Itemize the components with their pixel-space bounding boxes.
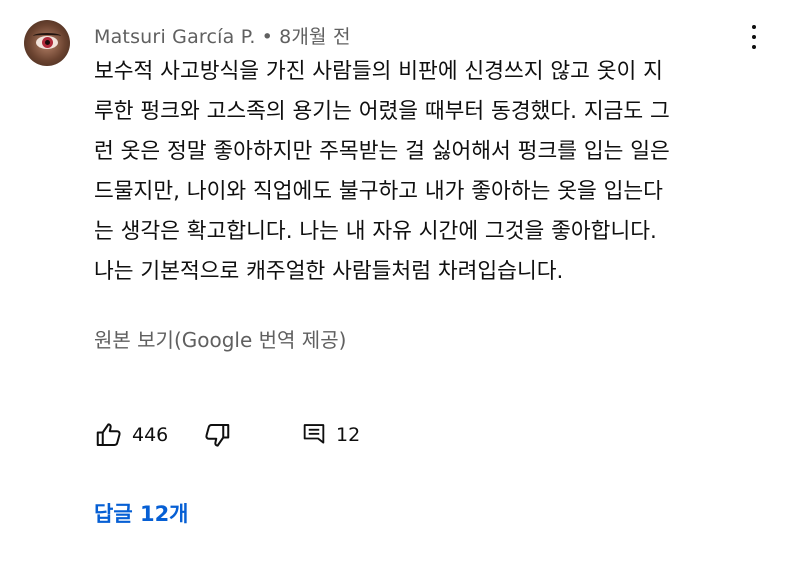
- like-count: 446: [132, 424, 169, 446]
- comment-line: 런 옷은 정말 좋아하지만 주목받는 걸 싫어해서 펑크를 입는 일은: [94, 139, 670, 164]
- replies-toggle[interactable]: 답글 12개: [94, 498, 189, 528]
- comment-actions: 446 12: [94, 418, 394, 452]
- avatar[interactable]: [24, 20, 70, 66]
- dislike-button[interactable]: [202, 418, 232, 452]
- meta-separator: •: [261, 26, 274, 48]
- thumbs-down-icon: [202, 420, 232, 450]
- comment-reply-icon: [300, 421, 328, 449]
- comment-line: 루한 펑크와 고스족의 용기는 어렸을 때부터 동경했다. 지금도 그: [94, 99, 670, 124]
- comment-header: Matsuri García P. • 8개월 전: [94, 22, 351, 49]
- comment-line: 보수적 사고방식을 가진 사람들의 비판에 신경쓰지 않고 옷이 지: [94, 59, 663, 84]
- comment-line: 나는 기본적으로 캐주얼한 사람들처럼 차려입습니다.: [94, 259, 564, 284]
- more-vert-icon[interactable]: [744, 22, 764, 52]
- reply-count: 12: [336, 424, 361, 446]
- thumbs-up-icon: [94, 420, 124, 450]
- author-name[interactable]: Matsuri García P.: [94, 26, 256, 48]
- comment-line: 드물지만, 나이와 직업에도 불구하고 내가 좋아하는 옷을 입는다: [94, 179, 663, 204]
- comment-text: 보수적 사고방식을 가진 사람들의 비판에 신경쓰지 않고 옷이 지 루한 펑크…: [94, 52, 774, 292]
- comment-line: 는 생각은 확고합니다. 나는 내 자유 시간에 그것을 좋아합니다.: [94, 219, 657, 244]
- see-original-link[interactable]: 원본 보기(Google 번역 제공): [94, 324, 346, 353]
- reply-button[interactable]: 12: [300, 418, 360, 452]
- like-button[interactable]: 446: [94, 418, 168, 452]
- comment-time[interactable]: 8개월 전: [279, 26, 351, 48]
